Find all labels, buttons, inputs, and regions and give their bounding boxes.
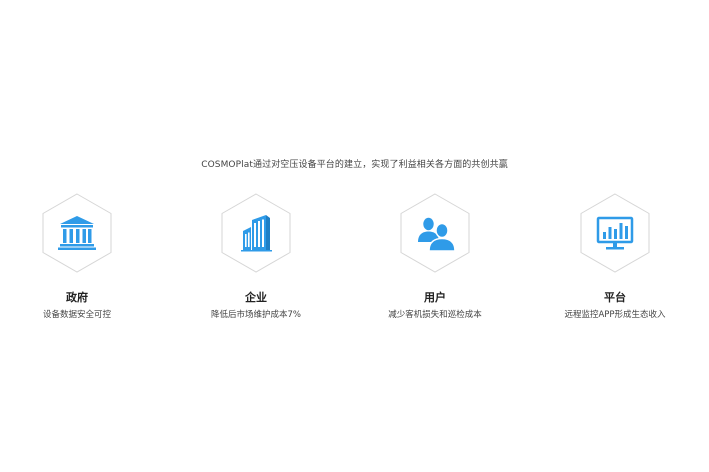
card-government: 政府 设备数据安全可控	[2, 193, 152, 320]
card-title: 企业	[245, 291, 267, 304]
hexagon-frame	[42, 193, 112, 273]
card-description: 远程监控APP形成生态收入	[564, 310, 666, 320]
card-title: 平台	[604, 291, 626, 304]
card-description: 设备数据安全可控	[42, 310, 111, 320]
hexagon-frame	[400, 193, 470, 273]
card-platform: 平台 远程监控APP形成生态收入	[540, 193, 690, 320]
card-description: 减少客机损失和巡检成本	[388, 310, 482, 320]
intro-text: COSMOPlat通过对空压设备平台的建立，实现了利益相关各方面的共创共赢	[201, 160, 508, 170]
hexagon-frame	[221, 193, 291, 273]
card-title: 政府	[66, 291, 88, 304]
card-title: 用户	[424, 291, 446, 304]
card-description: 降低后市场维护成本7%	[211, 310, 301, 320]
card-enterprise: 企业 降低后市场维护成本7%	[181, 193, 331, 320]
card-users: 用户 减少客机损失和巡检成本	[360, 193, 510, 320]
hexagon-frame	[580, 193, 650, 273]
